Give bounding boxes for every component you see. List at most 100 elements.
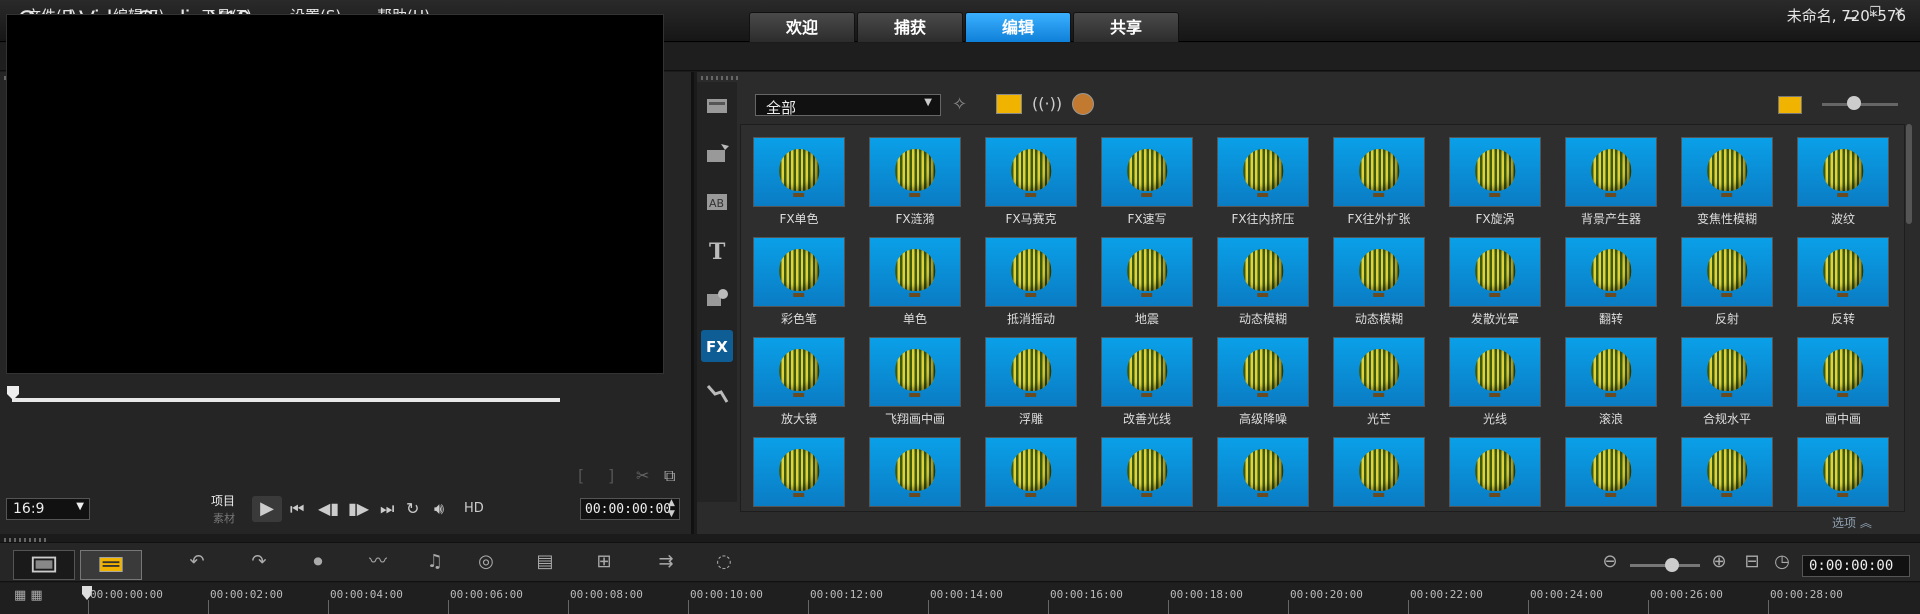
- effect-item[interactable]: 地震: [1089, 225, 1201, 326]
- auto-music-icon[interactable]: ♫: [420, 549, 450, 575]
- path-icon[interactable]: [701, 378, 733, 410]
- transition-icon[interactable]: AB: [701, 186, 733, 218]
- effect-item[interactable]: [1553, 425, 1665, 511]
- effect-item[interactable]: 变焦性模糊: [1669, 125, 1781, 226]
- end-icon[interactable]: ⏭: [380, 499, 394, 519]
- enlarge-icon[interactable]: ⧉: [664, 466, 675, 486]
- options-button[interactable]: 选项 ︽: [1832, 514, 1872, 531]
- effect-item[interactable]: FX旋涡: [1437, 125, 1549, 226]
- effect-item[interactable]: [741, 425, 853, 511]
- timecode-stepper-icon[interactable]: ▲ ▼: [668, 498, 675, 520]
- effect-item[interactable]: [1785, 425, 1897, 511]
- effect-item[interactable]: 发散光晕: [1437, 225, 1549, 326]
- thumbnail-size-slider-handle[interactable]: [1847, 96, 1861, 110]
- tab-capture[interactable]: 捕获: [857, 12, 963, 42]
- effect-item[interactable]: [1669, 425, 1781, 511]
- effect-item[interactable]: 动态模糊: [1205, 225, 1317, 326]
- zoom-in-icon[interactable]: ⊕: [1704, 549, 1734, 575]
- effect-item[interactable]: 波纹: [1785, 125, 1897, 226]
- library-scrollbar[interactable]: [1906, 124, 1912, 224]
- effect-item[interactable]: 滚浪: [1553, 325, 1665, 426]
- library-filter-select[interactable]: 全部 ▼: [755, 94, 941, 117]
- next-frame-icon[interactable]: ▮▶: [348, 499, 369, 518]
- mark-in-icon[interactable]: [: [578, 466, 584, 485]
- effect-item[interactable]: [1437, 425, 1549, 511]
- media-icon[interactable]: [701, 90, 733, 122]
- redo-icon[interactable]: ↷: [244, 549, 274, 575]
- instant-project-icon[interactable]: [701, 138, 733, 170]
- effect-item[interactable]: 翻转: [1553, 225, 1665, 326]
- timeline-toolbar: [0, 542, 1920, 582]
- effect-item[interactable]: 彩色笔: [741, 225, 853, 326]
- play-icon[interactable]: ▶: [252, 496, 282, 522]
- repeat-icon[interactable]: ↻: [406, 499, 419, 518]
- hd-icon[interactable]: HD: [464, 501, 484, 516]
- aspect-ratio-select[interactable]: 16:9 ▼: [6, 498, 90, 520]
- effect-item[interactable]: 光线: [1437, 325, 1549, 426]
- player-timecode[interactable]: 00:00:00:00: [580, 498, 680, 520]
- effect-item[interactable]: [1205, 425, 1317, 511]
- effect-item[interactable]: FX单色: [741, 125, 853, 226]
- storyboard-view-icon[interactable]: [13, 550, 75, 580]
- effect-item[interactable]: 放大镜: [741, 325, 853, 426]
- effect-item[interactable]: 改善光线: [1089, 325, 1201, 426]
- effect-item[interactable]: 浮雕: [973, 325, 1085, 426]
- effect-item[interactable]: [857, 425, 969, 511]
- effect-item[interactable]: [1089, 425, 1201, 511]
- fit-project-icon[interactable]: ⊟: [1737, 549, 1767, 575]
- effect-item[interactable]: [973, 425, 1085, 511]
- effect-item[interactable]: FX马赛克: [973, 125, 1085, 226]
- effect-item[interactable]: FX往外扩张: [1321, 125, 1433, 226]
- multi-camera-icon[interactable]: ⊞: [589, 549, 619, 575]
- home-icon[interactable]: ⏮: [290, 499, 304, 519]
- effect-item[interactable]: 画中画: [1785, 325, 1897, 426]
- effect-item[interactable]: 反射: [1669, 225, 1781, 326]
- tab-welcome[interactable]: 欢迎: [749, 12, 855, 42]
- effect-item[interactable]: FX往内挤压: [1205, 125, 1317, 226]
- effect-item[interactable]: 合规水平: [1669, 325, 1781, 426]
- clock-icon[interactable]: ◷: [1767, 549, 1797, 575]
- scrubber-track[interactable]: [12, 398, 560, 402]
- effect-item[interactable]: 背景产生器: [1553, 125, 1665, 226]
- show-audio-filters-icon[interactable]: ((·)): [1032, 94, 1062, 113]
- track-manager-icon[interactable]: ▦ ▦: [14, 588, 43, 603]
- zoom-out-icon[interactable]: ⊖: [1595, 549, 1625, 575]
- effect-item[interactable]: 单色: [857, 225, 969, 326]
- undo-icon[interactable]: ↶: [182, 549, 212, 575]
- film-reel-icon[interactable]: [1072, 93, 1094, 115]
- effect-item[interactable]: 动态模糊: [1321, 225, 1433, 326]
- sound-mixer-icon[interactable]: 〰: [363, 549, 393, 575]
- timeline-view-icon[interactable]: [80, 550, 142, 580]
- mark-out-icon[interactable]: ]: [608, 466, 614, 485]
- subtitle-editor-icon[interactable]: ▤: [530, 549, 560, 575]
- thumbnail-view-icon[interactable]: [1778, 96, 1802, 114]
- effect-item[interactable]: FX涟漪: [857, 125, 969, 226]
- effect-item[interactable]: 光芒: [1321, 325, 1433, 426]
- effect-item[interactable]: 高级降噪: [1205, 325, 1317, 426]
- effect-item[interactable]: [1321, 425, 1433, 511]
- scissors-icon[interactable]: ✂: [636, 466, 649, 485]
- time-remapping-icon[interactable]: ⇉: [651, 549, 681, 575]
- motion-tracking-icon[interactable]: ◎: [471, 549, 501, 575]
- mask-creator-icon[interactable]: ◌: [709, 549, 739, 575]
- scrubber-handle[interactable]: [7, 386, 19, 400]
- record-capture-icon[interactable]: ⏺: [303, 549, 333, 575]
- add-to-favorites-icon[interactable]: ✧: [952, 94, 967, 115]
- panel-grip[interactable]: [701, 76, 741, 80]
- fx-icon[interactable]: FX: [701, 330, 733, 362]
- tab-share[interactable]: 共享: [1073, 12, 1179, 42]
- volume-icon[interactable]: 🔊︎: [434, 499, 444, 519]
- effect-item[interactable]: 飞翔画中画: [857, 325, 969, 426]
- effect-item[interactable]: FX速写: [1089, 125, 1201, 226]
- show-video-filters-icon[interactable]: [996, 94, 1022, 114]
- timeline-timecode[interactable]: 0:00:00:00: [1802, 555, 1910, 577]
- graphic-icon[interactable]: [701, 282, 733, 314]
- zoom-slider-handle[interactable]: [1665, 558, 1679, 572]
- previous-frame-icon[interactable]: ◀▮: [318, 499, 339, 518]
- mode-clip[interactable]: 素材: [213, 510, 235, 526]
- title-icon[interactable]: T: [701, 234, 733, 266]
- tab-edit[interactable]: 编辑: [965, 12, 1071, 42]
- mode-project[interactable]: 项目: [211, 492, 235, 509]
- effect-item[interactable]: 反转: [1785, 225, 1897, 326]
- effect-item[interactable]: 抵消摇动: [973, 225, 1085, 326]
